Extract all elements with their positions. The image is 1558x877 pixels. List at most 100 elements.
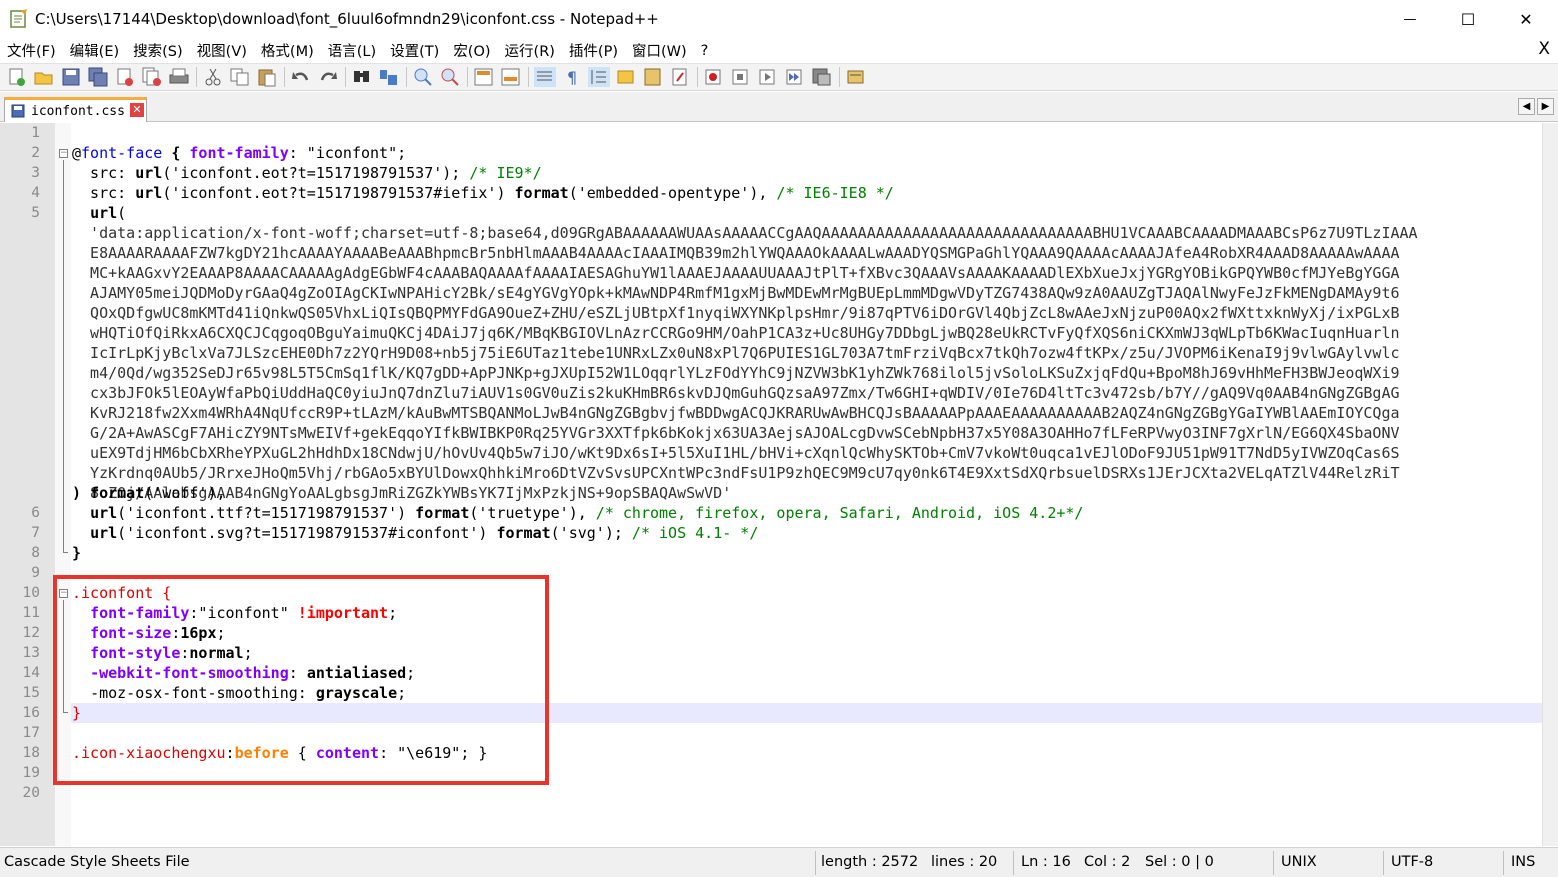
save-all-icon[interactable] [87, 67, 109, 87]
code-editor[interactable]: 1 2 3 4 5 6 7 8 9 10 11 12 13 14 15 16 17 18 19 20 − − @fon… [0, 123, 1558, 846]
close-all-icon[interactable] [141, 67, 163, 87]
document-map-icon[interactable] [642, 67, 664, 87]
zoom-out-icon[interactable] [439, 67, 461, 87]
menu-view[interactable]: 视图(V) [190, 40, 254, 61]
status-eol: UNIX [1281, 854, 1317, 870]
code-line: cx3bJFOk5lEOAyWfaPbQiUddHaQC0yiuJnQ7dnZl… [72, 384, 1400, 402]
menu-plugins[interactable]: 插件(P) [562, 40, 625, 61]
close-icon: ✕ [1519, 9, 1533, 29]
toolbar-separator [467, 67, 468, 87]
paste-icon[interactable] [256, 67, 278, 87]
maximize-button[interactable]: ☐ [1439, 0, 1497, 38]
toolbar-separator [839, 67, 840, 87]
menu-edit[interactable]: 编辑(E) [63, 40, 126, 61]
toolbar-separator [196, 67, 197, 87]
status-encoding: UTF-8 [1391, 854, 1434, 870]
maximize-icon: ☐ [1460, 9, 1476, 29]
line-number: 3 [31, 165, 40, 181]
vertical-scrollbar[interactable] [1542, 123, 1558, 846]
run-macro-multiple-icon[interactable] [784, 67, 806, 87]
saved-file-icon [11, 104, 25, 118]
print-icon[interactable] [168, 67, 190, 87]
close-document-icon[interactable]: X [1538, 39, 1550, 59]
spellcheck-icon[interactable] [845, 67, 867, 87]
line-number: 19 [22, 765, 40, 781]
toolbar-separator [406, 67, 407, 87]
find-icon[interactable] [351, 67, 373, 87]
new-file-icon[interactable] [6, 67, 28, 87]
line-number: 8 [31, 545, 40, 561]
status-column: Col : 2 [1084, 854, 1131, 870]
line-number: 12 [22, 625, 40, 641]
sync-vertical-icon[interactable] [473, 67, 495, 87]
minimize-button[interactable]: — [1381, 0, 1439, 38]
code-line: url('iconfont.svg?t=1517198791537#iconfo… [90, 524, 759, 542]
menu-run[interactable]: 运行(R) [498, 40, 562, 61]
save-macro-icon[interactable] [811, 67, 833, 87]
code-line: } [72, 544, 82, 562]
code-line: AJAMY05meiJQDMoDyrGAaQ4gZoOIAgCKIwNPAHic… [72, 284, 1400, 302]
status-selection: Sel : 0 | 0 [1145, 854, 1214, 870]
status-bar: Cascade Style Sheets File length : 2572 … [0, 847, 1558, 877]
code-line: uEX9TdjHM6bCbXRheYPXuGL2hHdhDx18CNdwjU/h… [72, 444, 1400, 462]
zoom-in-icon[interactable] [412, 67, 434, 87]
code-line: KvRJ218fw2Xxm4WRhA4NqUfccR9P+tLAzM/kAuBw… [72, 404, 1400, 422]
line-number: 15 [22, 685, 40, 701]
toolbar-separator [697, 67, 698, 87]
cut-icon[interactable] [202, 67, 224, 87]
notepadpp-app-icon [9, 9, 29, 29]
save-icon[interactable] [60, 67, 82, 87]
open-file-icon[interactable] [33, 67, 55, 87]
play-macro-icon[interactable] [757, 67, 779, 87]
show-all-characters-icon[interactable]: ¶ [561, 67, 583, 87]
code-line: G/2A+AwASCgF7AHicZY9NTsMwEIVf+gekEqqoYIf… [72, 424, 1400, 442]
line-number: 17 [22, 725, 40, 741]
tab-scroll-left-icon[interactable]: ◀ [1518, 98, 1535, 115]
line-number: 13 [22, 645, 40, 661]
toolbar-separator [528, 67, 529, 87]
function-list-icon[interactable] [669, 67, 691, 87]
line-number: 5 [31, 205, 40, 221]
status-insert-mode: INS [1511, 854, 1536, 870]
svg-text:¶: ¶ [567, 68, 577, 87]
status-separator [1273, 851, 1274, 875]
line-number: 10 [22, 585, 40, 601]
status-length: length : 2572 [821, 854, 919, 870]
line-number: 6 [31, 505, 40, 521]
menu-language[interactable]: 语言(L) [321, 40, 383, 61]
line-number: 11 [22, 605, 40, 621]
redo-icon[interactable] [317, 67, 339, 87]
code-line: src: url('iconfont.eot?t=1517198791537#i… [72, 184, 894, 202]
fold-line [63, 160, 64, 552]
close-file-icon[interactable] [114, 67, 136, 87]
sync-horizontal-icon[interactable] [500, 67, 522, 87]
tab-close-icon[interactable]: ✕ [130, 103, 144, 117]
close-window-button[interactable]: ✕ [1497, 0, 1555, 38]
tab-scroll-right-icon[interactable]: ▶ [1537, 98, 1554, 115]
menu-format[interactable]: 格式(M) [254, 40, 321, 61]
minimize-icon: — [1403, 11, 1417, 27]
code-line: IcIrLpKjyBclxVa7JLSzcEHE0Dh7z2YQrH9D08+n… [72, 344, 1400, 362]
stop-recording-icon[interactable] [730, 67, 752, 87]
title-bar: C:\Users\17144\Desktop\download\font_6lu… [0, 0, 1558, 38]
menu-search[interactable]: 搜索(S) [126, 40, 190, 61]
menu-macro[interactable]: 宏(O) [446, 40, 497, 61]
line-number: 16 [22, 705, 40, 721]
fold-toggle-icon[interactable]: − [59, 149, 68, 158]
status-line-number: Ln : 16 [1021, 854, 1071, 870]
menu-help[interactable]: ? [694, 43, 716, 59]
copy-icon[interactable] [229, 67, 251, 87]
menu-settings[interactable]: 设置(T) [383, 40, 446, 61]
menu-window[interactable]: 窗口(W) [625, 40, 694, 61]
red-annotation-box [53, 575, 549, 785]
record-macro-icon[interactable] [703, 67, 725, 87]
menu-file[interactable]: 文件(F) [0, 40, 63, 61]
user-language-icon[interactable] [615, 67, 637, 87]
word-wrap-icon[interactable] [534, 67, 556, 87]
indent-guide-icon[interactable] [588, 67, 610, 87]
undo-icon[interactable] [290, 67, 312, 87]
replace-icon[interactable] [378, 67, 400, 87]
tab-iconfont-css[interactable]: iconfont.css ✕ [4, 97, 147, 122]
status-lines: lines : 20 [931, 854, 998, 870]
fold-end-marker [63, 552, 68, 553]
